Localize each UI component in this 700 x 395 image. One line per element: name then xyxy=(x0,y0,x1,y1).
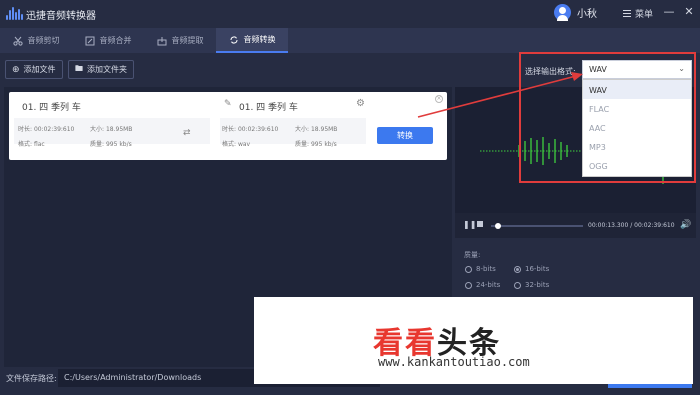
format-dropdown-list: WAV FLAC AAC MP3 OGG xyxy=(582,79,692,177)
app-window: 迅捷音频转换器 小秋 菜单 — ✕ 音频剪切 音频合并 音频提取 音频转换 ⊕ … xyxy=(0,0,700,395)
format-option-ogg[interactable]: OGG xyxy=(583,156,691,175)
format-option-flac[interactable]: FLAC xyxy=(583,99,691,118)
format-option-wav[interactable]: WAV xyxy=(583,80,691,99)
annotation-arrow-icon xyxy=(417,72,583,118)
format-option-aac[interactable]: AAC xyxy=(583,118,691,137)
format-option-mp3[interactable]: MP3 xyxy=(583,137,691,156)
